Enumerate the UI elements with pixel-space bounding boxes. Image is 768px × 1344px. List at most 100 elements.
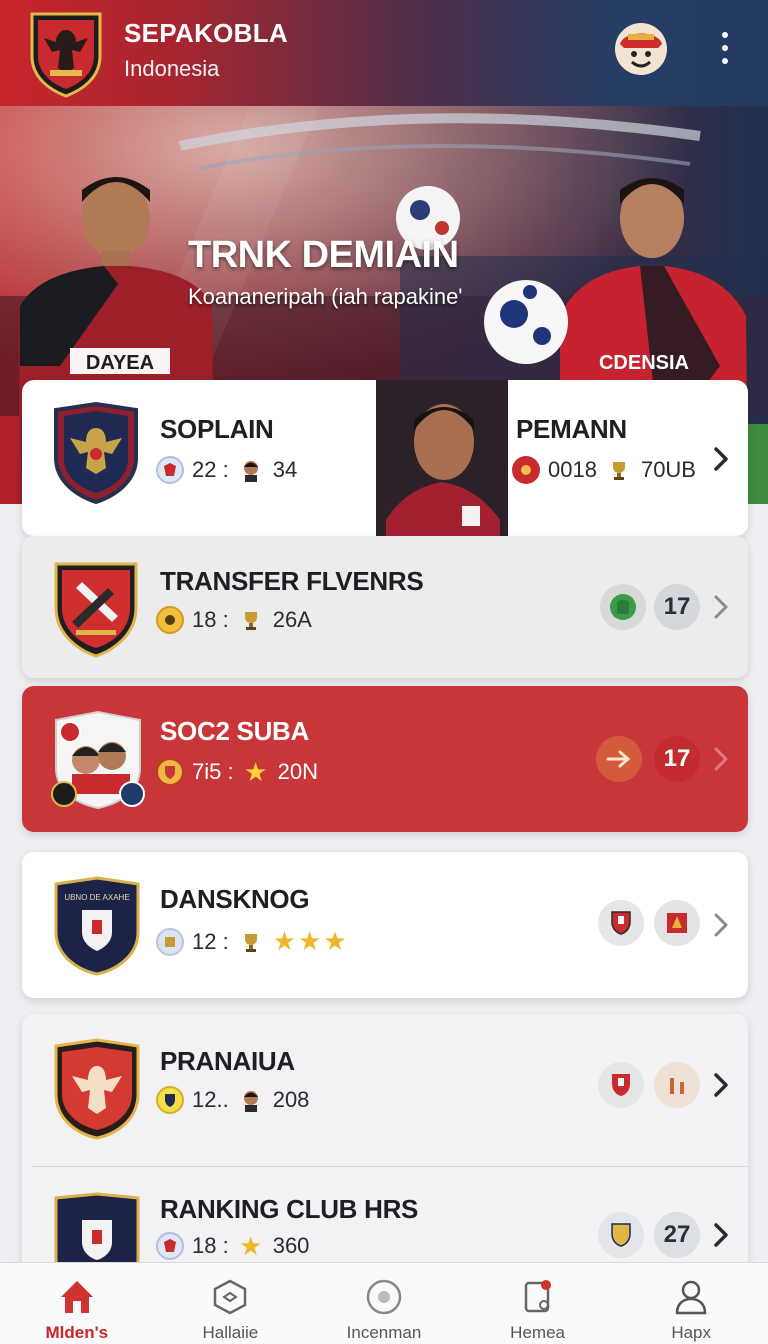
- profile-icon: [675, 1280, 707, 1315]
- arrow-right-icon: [606, 750, 631, 768]
- card-title: DANSKNOG: [160, 884, 310, 914]
- count-badge: 17: [654, 584, 700, 630]
- nav-item-hemea[interactable]: Hemea: [461, 1263, 615, 1344]
- chevron-right-icon[interactable]: [710, 1070, 732, 1100]
- trophy-icon: [605, 456, 633, 484]
- card-stats: 12.. 208: [156, 1086, 309, 1114]
- app-title: SEPAKOBLA: [124, 18, 289, 48]
- card-title: SOC2 SUBA: [160, 716, 309, 746]
- team-icon: [156, 456, 184, 484]
- nav-label: Hemea: [510, 1323, 565, 1342]
- shield-action-button[interactable]: [598, 1212, 644, 1258]
- chevron-right-icon[interactable]: [710, 910, 732, 940]
- card-title: TRANSFER FLVENRS: [160, 566, 424, 596]
- shield-crest-icon: [54, 1038, 140, 1140]
- card-title: SOPLAIN: [160, 414, 274, 444]
- jersey-icon: [610, 594, 636, 620]
- divider: [32, 1166, 748, 1167]
- card-title: PRANAIUA: [160, 1046, 295, 1076]
- app-header: SEPAKOBLA Indonesia: [0, 0, 768, 106]
- shield-crest-icon: [54, 402, 138, 504]
- shield-crest-icon: [54, 562, 138, 658]
- ranking-list-container: PRANAIUA 12.. 208 RANKING CLUB HRS 18: …: [22, 1014, 748, 1264]
- card-pranaiua[interactable]: PRANAIUA 12.. 208: [22, 1014, 748, 1166]
- chevron-right-icon[interactable]: [710, 444, 732, 474]
- count-badge: 17: [654, 736, 700, 782]
- stat-value: 18 :: [192, 607, 229, 632]
- coin-icon: [156, 606, 184, 634]
- card-right-title: PEMANN: [516, 414, 627, 444]
- soccer-ball-icon: [484, 280, 568, 364]
- crest-text: UBNO DE AXAHE: [64, 893, 129, 902]
- count-badge: 27: [654, 1212, 700, 1258]
- shield-action-button[interactable]: [598, 1062, 644, 1108]
- nav-item-incenman[interactable]: Incenman: [307, 1263, 461, 1344]
- left-shirt-label: DAYEA: [86, 352, 154, 374]
- stat-value: 70UB: [640, 457, 696, 482]
- transfer-arrow-button[interactable]: [596, 736, 642, 782]
- shield-small-icon: [156, 1086, 184, 1114]
- shield-small-icon: [156, 758, 184, 786]
- stat-value: 20N: [277, 759, 318, 784]
- shield-action-button[interactable]: [598, 900, 644, 946]
- player-face-icon: [237, 1086, 265, 1114]
- star-rating: ★★★: [272, 926, 349, 956]
- shield-crest-icon: UBNO DE AXAHE: [54, 876, 140, 976]
- bars-icon: [670, 1078, 684, 1094]
- card-stats: 18 : 26A: [156, 606, 312, 634]
- home-icon: [60, 1281, 93, 1313]
- flag-icon: [667, 913, 687, 933]
- card-stats: 12 : ★★★: [156, 926, 349, 957]
- chevron-right-icon[interactable]: [710, 592, 732, 622]
- star-icon: ★: [239, 1230, 263, 1261]
- card-soplain[interactable]: SOPLAIN 22 : 34 PEMANN 0018 70UB: [22, 380, 748, 536]
- shield-icon: [612, 1074, 630, 1096]
- stat-value: 22 :: [192, 457, 229, 482]
- nav-label: Mlden's: [45, 1323, 109, 1342]
- card-dansknog[interactable]: UBNO DE AXAHE DANSKNOG 12 : ★★★: [22, 852, 748, 998]
- jersey-icon: [156, 927, 184, 956]
- card-stats: 18 : ★ 360: [156, 1230, 310, 1261]
- mascot-avatar[interactable]: [614, 22, 668, 76]
- card-transfer[interactable]: TRANSFER FLVENRS 18 : 26A 17: [22, 536, 748, 678]
- nav-label: Hallaiie: [202, 1323, 259, 1342]
- trophy-icon: [237, 606, 265, 634]
- stat-value: 12..: [192, 1087, 229, 1112]
- nav-item-home[interactable]: Mlden's: [0, 1263, 154, 1344]
- shield-icon: [611, 1223, 631, 1247]
- chevron-right-icon[interactable]: [710, 1220, 732, 1250]
- kebab-menu-icon[interactable]: [708, 28, 742, 68]
- nav-label: Incenman: [346, 1323, 422, 1342]
- stat-value: 0018: [548, 457, 597, 482]
- nav-item-hapx[interactable]: Hapx: [614, 1263, 768, 1344]
- card-stats: 7i5 : ★ 20N: [156, 756, 318, 787]
- stat-value: 18 :: [192, 1233, 229, 1258]
- card-ranking-club[interactable]: RANKING CLUB HRS 18 : ★ 360 27: [22, 1168, 748, 1264]
- card-socs-suba[interactable]: SOC2 SUBA 7i5 : ★ 20N 17: [22, 686, 748, 832]
- player-portrait-image: [376, 380, 508, 536]
- trophy-icon: [237, 928, 265, 956]
- app-subtitle: Indonesia: [124, 56, 220, 81]
- stat-value: 7i5 :: [192, 759, 234, 784]
- player-face-icon: [237, 456, 265, 484]
- transfer-action-button[interactable]: [600, 584, 646, 630]
- bookmark-icon: [524, 1280, 551, 1313]
- nav-label: Hapx: [671, 1323, 712, 1342]
- team-photo-badge: [51, 710, 145, 810]
- stat-value: 360: [272, 1233, 310, 1258]
- team-icon: [156, 1232, 184, 1260]
- bottom-navigation: Mlden's Hallaiie Incenman Hemea Hapx: [0, 1262, 768, 1344]
- stats-action-button[interactable]: [654, 1062, 700, 1108]
- badge-action-button[interactable]: [654, 900, 700, 946]
- fire-icon: [512, 456, 540, 484]
- hero-title: TRNK DEMIAIN: [188, 234, 459, 276]
- right-shirt-label: CDENSIA: [599, 352, 689, 374]
- club-crest-icon[interactable]: [26, 8, 106, 98]
- nav-item-hallaiie[interactable]: Hallaiie: [154, 1263, 308, 1344]
- shield-crest-icon: [54, 1192, 140, 1264]
- disc-icon: [366, 1279, 402, 1315]
- star-icon: ★: [243, 756, 268, 787]
- shield-icon: [611, 911, 631, 935]
- chevron-right-icon[interactable]: [710, 744, 732, 774]
- hero-subtitle: Koananeripah (iah rapakine': [188, 284, 463, 309]
